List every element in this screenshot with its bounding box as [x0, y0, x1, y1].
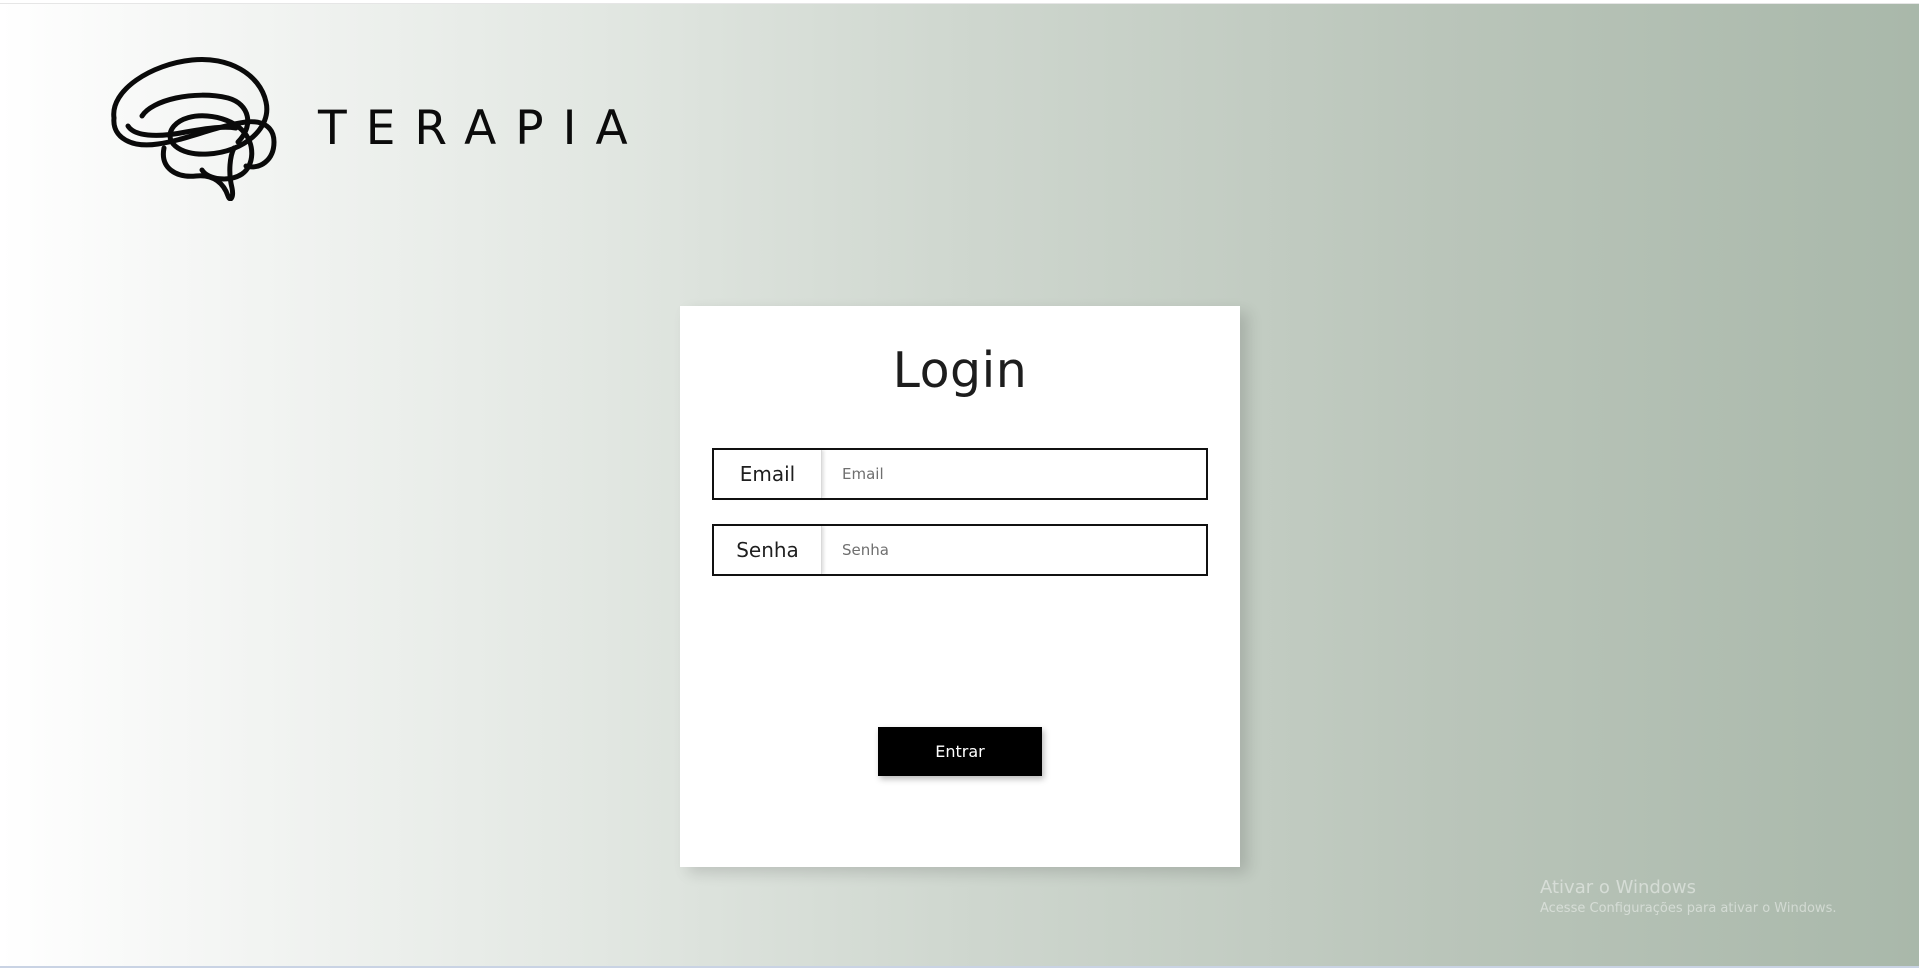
password-input[interactable] — [822, 526, 1206, 574]
brain-line-icon — [111, 56, 277, 201]
brand-header: TERAPIA — [104, 56, 647, 201]
email-label: Email — [714, 450, 822, 498]
login-card: Login Email Senha Entrar — [680, 306, 1240, 867]
password-label: Senha — [714, 526, 822, 574]
brand-name: TERAPIA — [318, 101, 647, 156]
login-title: Login — [892, 342, 1028, 399]
email-field-group: Email — [712, 448, 1208, 500]
login-page: TERAPIA Login Email Senha Entrar Ativar … — [0, 3, 1919, 968]
watermark-subtitle: Acesse Configurações para ativar o Windo… — [1540, 901, 1837, 916]
watermark-title: Ativar o Windows — [1540, 877, 1696, 898]
password-field-group: Senha — [712, 524, 1208, 576]
email-input[interactable] — [822, 450, 1206, 498]
login-submit-button[interactable]: Entrar — [878, 727, 1042, 776]
windows-activation-watermark: Ativar o Windows Acesse Configurações pa… — [1540, 876, 1836, 918]
